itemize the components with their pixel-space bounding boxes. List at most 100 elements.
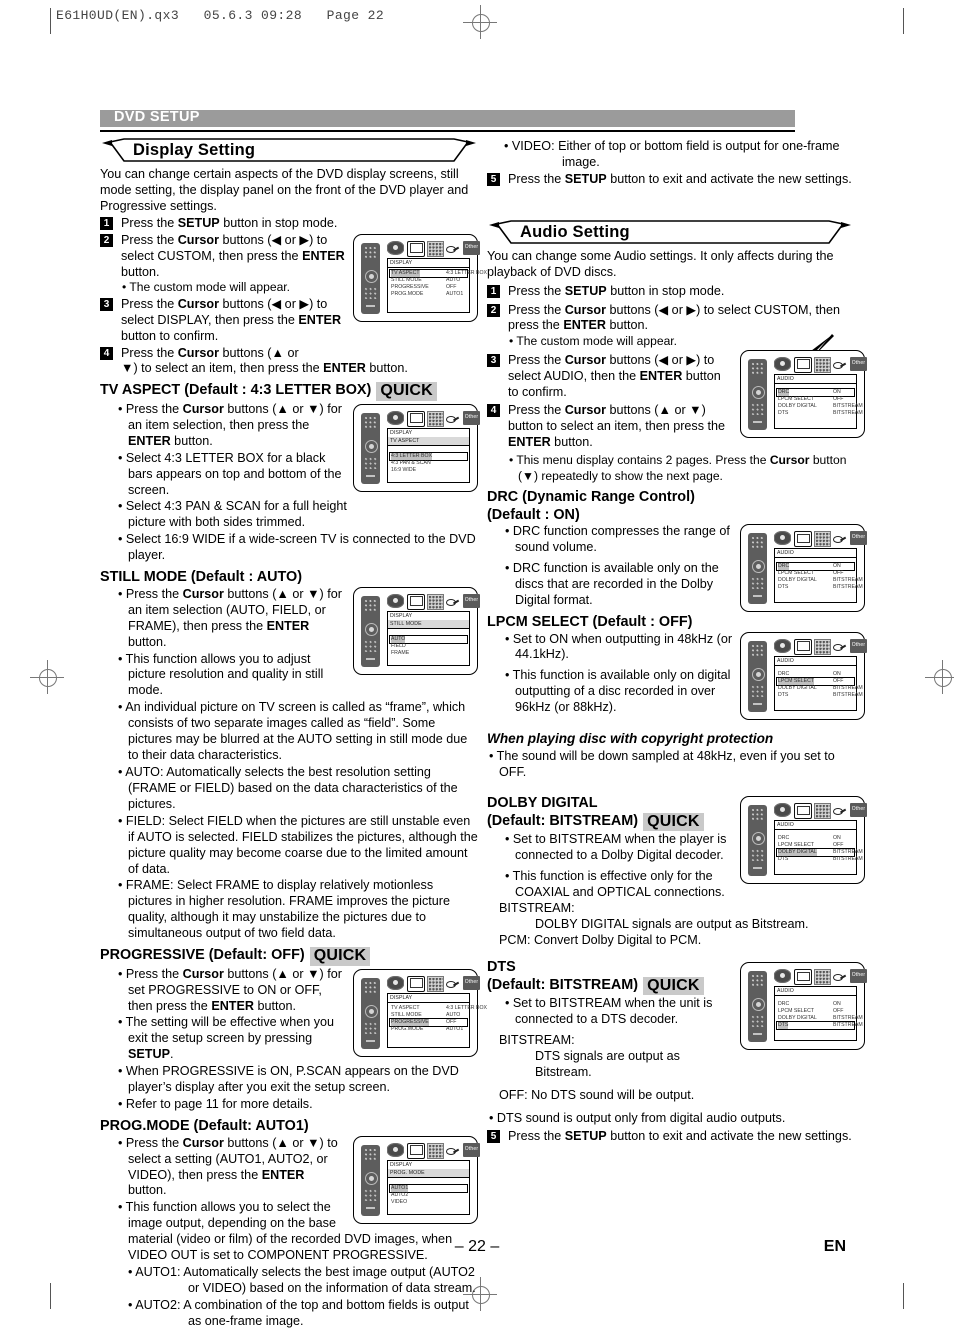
key-icon — [832, 969, 847, 983]
key-icon — [445, 1143, 460, 1157]
still-mode-bullet-3: • An individual picture on TV screen is … — [118, 700, 468, 763]
dts-bullet-1: • Set to BITSTREAM when the unit is conn… — [505, 996, 713, 1027]
section-rule — [100, 130, 795, 132]
file-header: E61H0UD(EN).qx3 05.6.3 09:28 Page 22 — [56, 8, 385, 23]
right-column: • VIDEO: Either of top or bottom field i… — [487, 138, 867, 1144]
video-carryover-bullet: • VIDEO: Either of top or bottom field i… — [504, 139, 840, 169]
still-mode-bullet-5: • FIELD: Select FIELD when the pictures … — [118, 813, 478, 876]
other-icon: Other — [850, 356, 867, 371]
osd-row: DRC ON — [778, 670, 841, 677]
quick-badge: QUICK — [309, 947, 371, 966]
osd-screen: AUDIO DRC ON LPCM SELECT OFF DOLBY DIGITAL… — [774, 373, 863, 429]
registration-mark-right — [925, 660, 954, 694]
osd-row: LPCM SELECT OFF — [778, 1008, 844, 1015]
display-step-4: 4 Press the Cursor buttons (▲ or — [100, 346, 366, 362]
osd-menu-sub: STILL MODE — [388, 619, 469, 629]
other-icon: Other — [463, 410, 480, 425]
osd-menu-title: AUDIO — [775, 821, 856, 831]
other-icon: Other — [850, 531, 867, 546]
osd-row: DTS BITSTREAM — [778, 691, 863, 698]
osd-row: DRC ON — [778, 835, 841, 842]
osd-row: FRAME — [391, 649, 410, 656]
step-number: 3 — [100, 297, 113, 311]
osd-menu-title: AUDIO — [775, 656, 856, 666]
audio-intro: You can change some Audio settings. It o… — [487, 248, 834, 279]
dolby-default-text: (Default: BITSTREAM) — [487, 812, 639, 829]
step-number: 5 — [487, 172, 500, 186]
illustration-progressive: Other DISPLAY TV ASPECT 4:3 LETTER BOX ST… — [353, 968, 487, 1057]
speaker-icon — [427, 975, 444, 992]
drc-bullet-1: • DRC function compresses the range of s… — [505, 524, 730, 555]
setup-icon-row: Other — [387, 240, 480, 257]
setup-icon-row: Other — [387, 1142, 480, 1159]
remote-control-graphic — [361, 595, 380, 667]
disc-icon — [774, 969, 791, 984]
tv-icon — [407, 593, 425, 610]
dts-last-bullet: • DTS sound is output only from digital … — [489, 1110, 786, 1125]
progressive-heading: PROGRESSIVE (Default: OFF) QUICK — [100, 947, 478, 966]
osd-menu-title: DISPLAY — [388, 258, 469, 268]
step-text: Press the SETUP button in stop mode. — [121, 215, 338, 230]
osd-screen: DISPLAY TV ASPECT 4:3 LETTER BOX STILL MO… — [387, 992, 487, 1048]
speaker-icon — [427, 410, 444, 427]
remote-control-graphic — [361, 977, 380, 1049]
osd-rows: DRC ON LPCM SELECT OFF DOLBY DIGITAL BITSTR… — [776, 1001, 863, 1031]
drc-heading: DRC (Dynamic Range Control) — [487, 488, 695, 505]
tv-aspect-title: TV ASPECT (Default : 4:3 LETTER BOX) — [100, 382, 372, 399]
osd-menu-title: AUDIO — [775, 374, 856, 384]
tv-icon — [407, 410, 425, 427]
disc-icon — [387, 975, 404, 990]
quick-badge: QUICK — [376, 382, 437, 401]
key-icon — [445, 976, 460, 990]
display-step-5: 5 Press the SETUP button to exit and act… — [487, 172, 865, 188]
osd-row: DRC ON — [776, 387, 855, 397]
osd-rows: TV ASPECT 4:3 LETTER BOX STILL MODE AUTO P… — [389, 268, 487, 298]
display-step-3: 3 Press the Cursor buttons (◀ or ▶) to s… — [100, 297, 359, 345]
osd-menu-title: DISPLAY — [388, 993, 469, 1003]
tv-aspect-bullet-3: • Select 4:3 PAN & SCAN for a full heigh… — [118, 499, 347, 530]
crop-mark-tr-v — [903, 8, 904, 34]
speaker-icon — [814, 803, 831, 820]
other-icon: Other — [850, 969, 867, 984]
quick-badge: QUICK — [643, 976, 704, 996]
osd-screen: AUDIO DRC ON LPCM SELECT OFF DOLBY DIGITAL… — [774, 820, 863, 876]
setup-icon-row: Other — [387, 410, 480, 427]
illustration-audio-main: Other AUDIO DRC ON LPCM SELECT OFF DOLBY D… — [740, 333, 867, 438]
illustration-tv-aspect: Other DISPLAY TV ASPECT 4:3 LETTER BOX 4… — [353, 403, 480, 492]
tv-icon — [794, 803, 812, 820]
remote-control-graphic — [748, 358, 767, 430]
page-number: – 22 – — [454, 1238, 500, 1255]
setup-icon-row: Other — [387, 975, 480, 992]
key-icon — [832, 357, 847, 371]
osd-rows: AUTO FIELD FRAME — [389, 634, 468, 657]
osd-screen: DISPLAY TV ASPECT 4:3 LETTER BOX STILL MO… — [387, 257, 487, 313]
speaker-icon — [814, 969, 831, 986]
osd-screen: DISPLAY PROG. MODE AUTO1 AUTO2 VIDEO — [387, 1159, 470, 1215]
osd-row: STILL MODE AUTO — [391, 276, 461, 283]
other-icon: Other — [463, 240, 480, 255]
step-text: Press the Cursor buttons (◀ or ▶) to sel… — [121, 296, 342, 343]
setup-icon-row: Other — [774, 531, 867, 548]
remote-control-graphic — [748, 971, 767, 1043]
dts-bitstream-text: DTS signals are output as Bitstream. — [535, 1048, 680, 1079]
step-number: 2 — [100, 233, 113, 247]
osd-row: TV ASPECT 4:3 LETTER BOX — [389, 268, 487, 278]
step-number: 3 — [487, 353, 500, 367]
crop-mark-br-v — [903, 1283, 904, 1309]
step-number: 5 — [487, 1129, 500, 1143]
other-icon: Other — [463, 975, 480, 990]
step-number: 1 — [487, 284, 500, 298]
dolby-bullet-2: • This function is effective only for th… — [505, 869, 725, 900]
still-mode-bullet-6: • FRAME: Select FRAME to display relativ… — [118, 878, 450, 941]
step-number: 2 — [487, 303, 500, 317]
key-icon — [832, 639, 847, 653]
lpcm-bullet-2: • This function is available only on dig… — [505, 668, 731, 715]
osd-row: DRC ON — [778, 1001, 841, 1008]
illustration-audio-drc: Other AUDIO DRC ON LPCM SELECT OFF DOLBY D… — [740, 524, 867, 613]
tv-icon — [407, 1142, 425, 1159]
tv-aspect-bullet-1: • Press the Cursor buttons (▲ or ▼) for … — [118, 401, 342, 448]
progressive-bullet-4: • Refer to page 11 for more details. — [118, 1097, 313, 1112]
audio-step-4-note: • This menu display contains 2 pages. Pr… — [509, 453, 847, 483]
osd-row: PROG.MODE AUTO1 — [391, 1025, 464, 1032]
osd-row: DTS BITSTREAM — [778, 409, 863, 416]
